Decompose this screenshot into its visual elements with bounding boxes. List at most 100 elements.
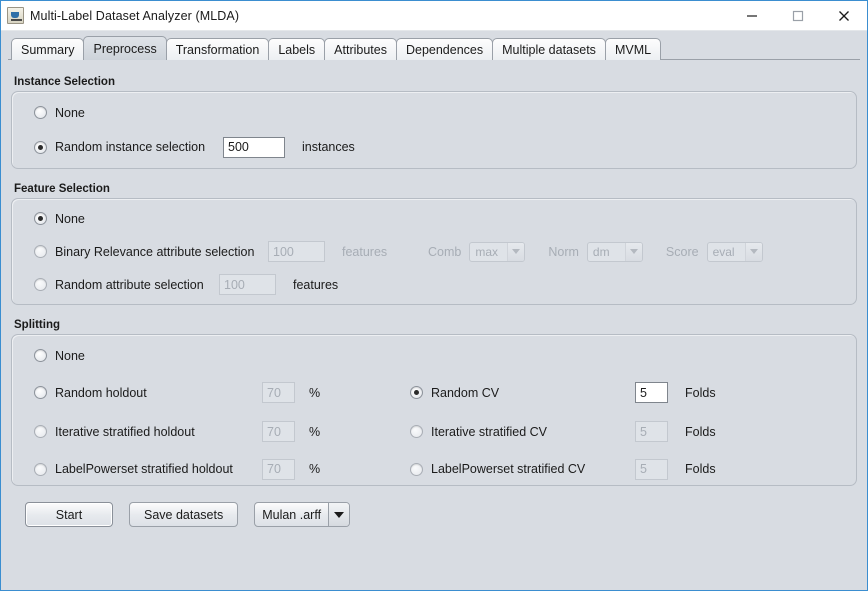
split-row-iterative: Iterative stratified holdout 70 % Iterat… (12, 412, 856, 451)
iterative-cv-unit-label: Folds (685, 424, 716, 439)
score-label: Score (665, 244, 699, 259)
score-combobox[interactable]: eval (706, 241, 763, 262)
split-none-row: None (12, 338, 856, 373)
output-format-combobox[interactable]: Mulan .arff (254, 502, 351, 527)
norm-value: dm (592, 244, 610, 259)
save-datasets-button[interactable]: Save datasets (129, 502, 239, 527)
tab-label: Summary (21, 42, 75, 57)
labelpowerset-stratified-cv-label: LabelPowerset stratified CV (431, 462, 586, 476)
random-attribute-row: Random attribute selection 100 features (12, 268, 856, 301)
norm-combobox[interactable]: dm (586, 241, 643, 262)
instance-none-row: None (12, 95, 856, 130)
maximize-button[interactable] (775, 1, 821, 31)
br-features-unit-label: features (342, 244, 388, 259)
radio-iterative-stratified-cv[interactable] (410, 425, 423, 438)
feature-selection-title: Feature Selection (14, 183, 110, 195)
labelpowerset-stratified-holdout-label: LabelPowerset stratified holdout (55, 462, 233, 476)
feature-selection-body: None Binary Relevance attribute selectio… (11, 198, 857, 305)
feature-none-row: None (12, 202, 856, 235)
instances-count-input[interactable]: 500 (223, 136, 285, 158)
comb-label: Comb (428, 244, 462, 259)
output-format-value: Mulan .arff (262, 507, 322, 522)
labelpowerset-holdout-unit-label: % (309, 462, 321, 476)
instance-selection-body: None Random instance selection 500 insta… (11, 91, 857, 169)
tab-preprocess[interactable]: Preprocess (83, 36, 167, 60)
random-cv-label: Random CV (431, 385, 500, 400)
instance-selection-group: Instance Selection None Random instance … (11, 76, 857, 169)
radio-labelpowerset-stratified-holdout[interactable] (34, 462, 47, 476)
labelpowerset-cv-unit-label: Folds (685, 462, 716, 476)
feature-selection-group: Feature Selection None Binary Relevance … (11, 183, 857, 305)
binary-relevance-row: Binary Relevance attribute selection 100… (12, 235, 856, 268)
action-bar: Start Save datasets Mulan .arff (11, 502, 857, 527)
splitting-group: Splitting None Random holdout 70 % Rando… (11, 319, 857, 486)
tab-bar: Summary Preprocess Transformation Labels… (1, 34, 867, 60)
br-features-input[interactable]: 100 (268, 241, 325, 262)
chevron-down-icon (328, 503, 350, 526)
random-holdout-percent-input[interactable]: 70 (262, 382, 295, 403)
radio-random-attribute-selection[interactable] (34, 278, 47, 291)
random-instance-selection-label: Random instance selection (55, 140, 206, 154)
score-value: eval (712, 244, 735, 259)
radio-random-holdout[interactable] (34, 386, 47, 399)
tab-multiple-datasets[interactable]: Multiple datasets (492, 38, 606, 60)
tab-label: Attributes (334, 42, 387, 57)
random-cv-folds-input[interactable]: 5 (635, 382, 668, 403)
start-button[interactable]: Start (25, 502, 113, 527)
chevron-down-icon (624, 242, 642, 261)
iterative-cv-folds-input[interactable]: 5 (635, 421, 668, 442)
tab-label: MVML (614, 42, 652, 57)
chevron-down-icon (507, 242, 525, 261)
radio-random-instance-selection[interactable] (34, 140, 47, 154)
tab-transformation[interactable]: Transformation (165, 38, 270, 60)
radio-instance-none[interactable] (34, 106, 47, 119)
tab-label: Multiple datasets (502, 42, 596, 57)
splitting-title: Splitting (14, 319, 60, 331)
window-title: Multi-Label Dataset Analyzer (MLDA) (30, 8, 240, 23)
radio-feature-none[interactable] (34, 212, 47, 225)
random-cv-unit-label: Folds (685, 385, 716, 400)
minimize-button[interactable] (729, 1, 775, 31)
java-coffee-cup-icon (7, 7, 24, 24)
close-button[interactable] (821, 1, 867, 31)
instance-random-row: Random instance selection 500 instances (12, 130, 856, 164)
random-holdout-unit-label: % (309, 385, 321, 400)
tab-attributes[interactable]: Attributes (324, 38, 397, 60)
splitting-body: None Random holdout 70 % Random CV 5 Fol… (11, 334, 857, 486)
window-controls (729, 1, 867, 31)
comb-combobox[interactable]: max (469, 241, 526, 262)
iterative-stratified-holdout-label: Iterative stratified holdout (55, 424, 195, 439)
random-features-input[interactable]: 100 (219, 274, 276, 295)
random-attribute-label: Random attribute selection (55, 277, 204, 292)
tab-label: Transformation (175, 42, 260, 57)
random-holdout-label: Random holdout (55, 385, 147, 400)
tab-labels[interactable]: Labels (268, 38, 326, 60)
tab-mvml[interactable]: MVML (604, 38, 662, 60)
split-row-labelpowerset: LabelPowerset stratified holdout 70 % La… (12, 451, 856, 487)
title-bar: Multi-Label Dataset Analyzer (MLDA) (1, 1, 867, 31)
chevron-down-icon (744, 242, 762, 261)
application-window: Multi-Label Dataset Analyzer (MLDA) Summ… (0, 0, 868, 591)
tab-label: Dependences (405, 42, 484, 57)
radio-labelpowerset-stratified-cv[interactable] (410, 462, 423, 476)
labelpowerset-holdout-percent-input[interactable]: 70 (262, 458, 295, 480)
instances-unit-label: instances (302, 140, 355, 154)
binary-relevance-label: Binary Relevance attribute selection (55, 244, 255, 259)
tab-label: Preprocess (93, 41, 157, 56)
preprocess-panel: Instance Selection None Random instance … (1, 76, 867, 527)
iterative-holdout-percent-input[interactable]: 70 (262, 421, 295, 442)
radio-binary-relevance-attribute-selection[interactable] (34, 245, 47, 258)
comb-value: max (475, 244, 499, 259)
tab-summary[interactable]: Summary (11, 38, 85, 60)
split-none-label: None (55, 348, 85, 363)
iterative-holdout-unit-label: % (309, 424, 321, 439)
random-features-unit-label: features (293, 277, 339, 292)
labelpowerset-cv-folds-input[interactable]: 5 (635, 458, 668, 480)
radio-iterative-stratified-holdout[interactable] (34, 425, 47, 438)
norm-label: Norm (548, 244, 579, 259)
split-row-random: Random holdout 70 % Random CV 5 Folds (12, 373, 856, 412)
radio-split-none[interactable] (34, 349, 47, 362)
tab-label: Labels (278, 42, 316, 57)
tab-dependences[interactable]: Dependences (395, 38, 494, 60)
radio-random-cv[interactable] (410, 386, 423, 399)
